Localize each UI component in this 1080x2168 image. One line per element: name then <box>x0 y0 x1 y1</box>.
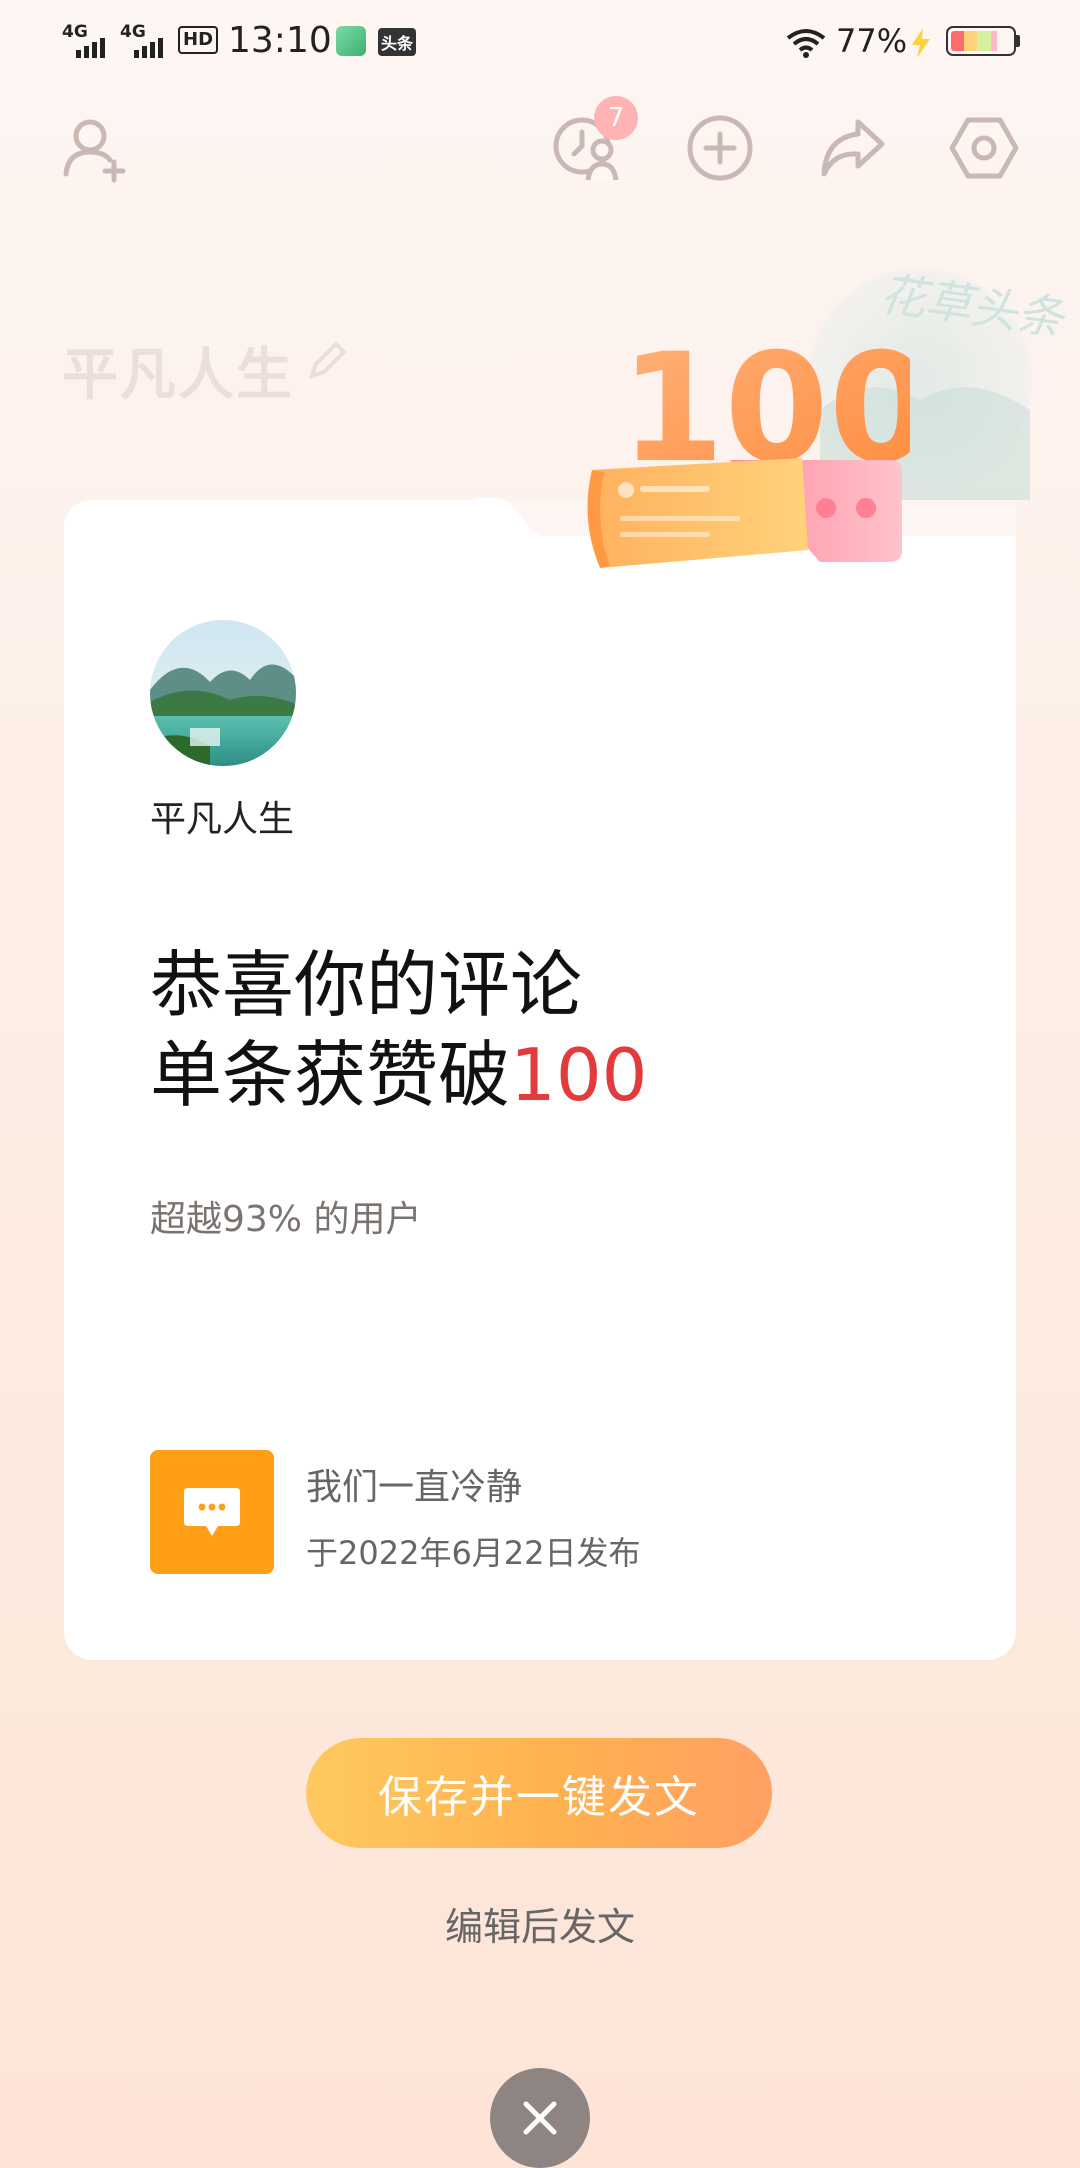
card-username: 平凡人生 <box>150 799 295 840</box>
network-type-1: 4G <box>62 22 88 42</box>
close-button[interactable] <box>490 2068 590 2168</box>
close-icon <box>523 2101 557 2135</box>
post-thumbnail[interactable] <box>150 1450 274 1574</box>
congrats-headline: 恭喜你的评论 单条获赞破100 <box>150 940 647 1120</box>
avatar[interactable] <box>150 620 296 766</box>
add-icon[interactable] <box>684 112 756 184</box>
edit-icon <box>308 341 347 380</box>
toutiao-notification-icon: 头条 <box>378 28 417 56</box>
like-count-highlight: 100 <box>510 1033 648 1117</box>
signal-1-icon: 4G <box>62 22 112 58</box>
profile-name-faded: 平凡人生 <box>62 343 294 408</box>
hd-voice-icon: HD <box>178 26 219 54</box>
post-title[interactable]: 我们一直冷静 <box>306 1458 522 1510</box>
notification-badge: 7 <box>594 96 638 140</box>
percentile-text: 超越93% 的用户 <box>150 1199 422 1240</box>
trophy-100-graphic: 100 <box>580 300 933 620</box>
app-notification-icon <box>336 26 366 56</box>
share-icon[interactable] <box>816 112 888 184</box>
network-type-2: 4G <box>120 22 146 42</box>
battery-percent: 77% <box>836 22 908 60</box>
signal-2-icon: 4G <box>120 22 170 58</box>
post-date: 于2022年6月22日发布 <box>306 1534 641 1572</box>
headline-line-1: 恭喜你的评论 <box>150 943 583 1027</box>
comment-icon <box>184 1488 240 1536</box>
charging-icon <box>912 28 930 58</box>
status-bar: 4G 4G HD 13:10 头条 77% <box>0 0 1080 86</box>
wifi-icon <box>786 29 826 58</box>
battery-icon <box>946 26 1020 56</box>
edit-then-publish-link[interactable]: 编辑后发文 <box>0 1896 1080 1951</box>
add-friend-icon[interactable] <box>60 112 132 184</box>
headline-line-2: 单条获赞破100 <box>150 1033 648 1117</box>
settings-icon[interactable] <box>948 112 1020 184</box>
save-and-publish-button[interactable]: 保存并一键发文 <box>306 1738 772 1848</box>
clock: 13:10 <box>228 20 332 61</box>
